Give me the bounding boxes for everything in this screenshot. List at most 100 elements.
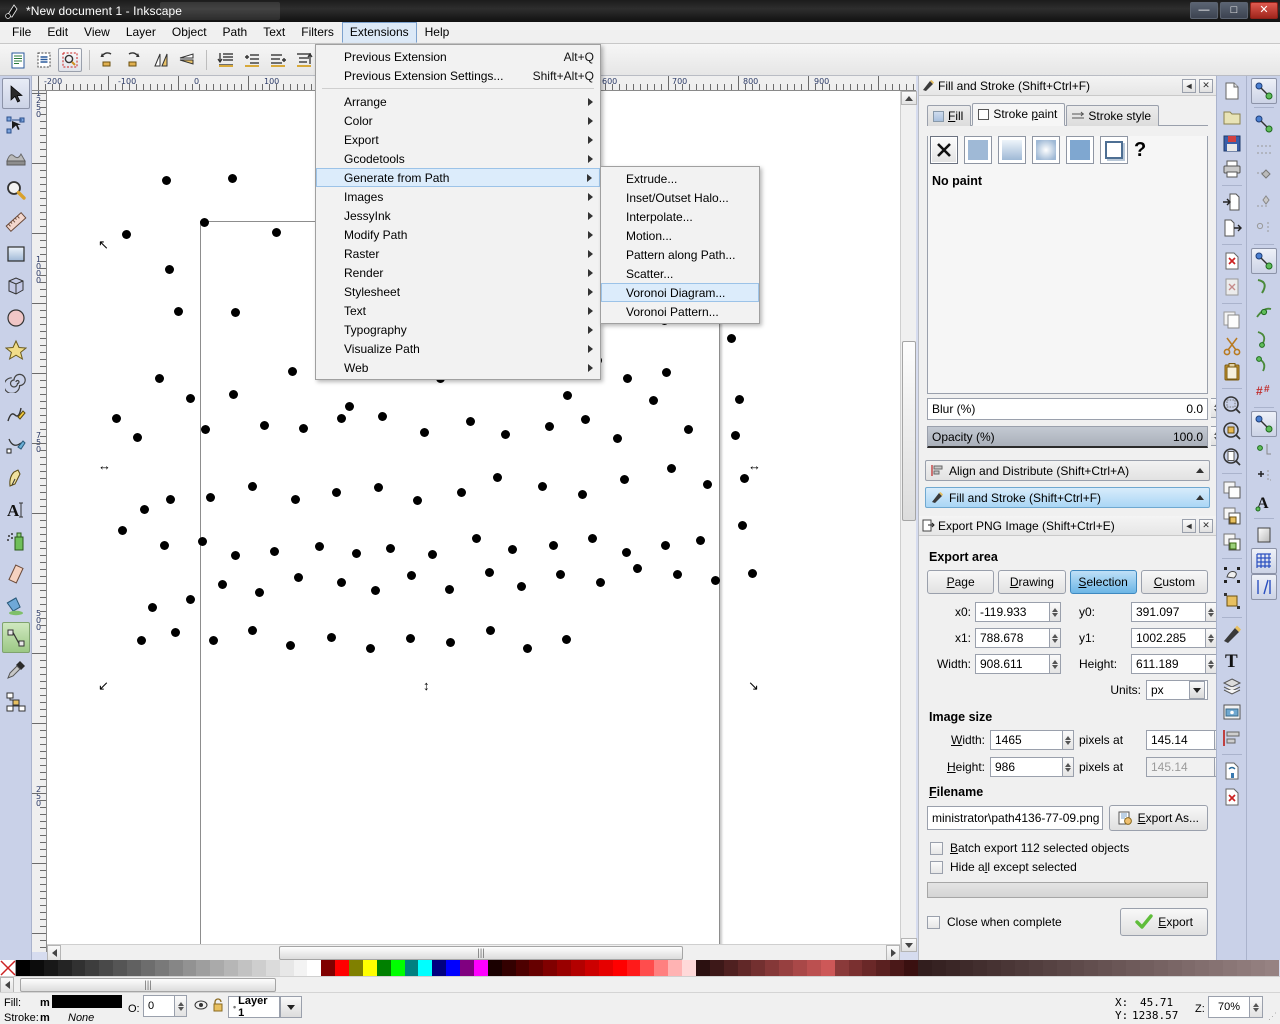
menu-text[interactable]: Text xyxy=(255,22,293,43)
palette-swatch[interactable] xyxy=(1250,960,1265,976)
measure-tool[interactable] xyxy=(2,206,30,237)
scatter-dot[interactable] xyxy=(122,230,131,239)
snap-bbox-edges-button[interactable] xyxy=(1251,137,1277,163)
snap-bounding-box-button[interactable] xyxy=(1251,111,1277,137)
export-button[interactable]: Export xyxy=(1120,908,1208,936)
palette-swatch[interactable] xyxy=(501,960,516,976)
ext-menu-item-gcodetools[interactable]: Gcodetools xyxy=(316,149,600,168)
palette-swatch[interactable] xyxy=(987,960,1002,976)
scatter-dot[interactable] xyxy=(160,541,169,550)
open-document-button[interactable] xyxy=(1219,104,1245,130)
palette-swatch[interactable] xyxy=(432,960,447,976)
palette-swatch[interactable] xyxy=(557,960,571,976)
scatter-dot[interactable] xyxy=(578,490,587,499)
palette-swatch[interactable] xyxy=(238,960,252,976)
scatter-dot[interactable] xyxy=(228,174,237,183)
scatter-dot[interactable] xyxy=(174,307,183,316)
palette-swatch[interactable] xyxy=(127,960,141,976)
scatter-dot[interactable] xyxy=(133,433,142,442)
palette-swatch[interactable] xyxy=(265,960,280,976)
hide-all-row[interactable]: Hide all except selected xyxy=(930,860,1208,874)
palette-swatch[interactable] xyxy=(862,960,877,976)
x1-spinner[interactable] xyxy=(1049,628,1061,648)
scatter-dot[interactable] xyxy=(186,394,195,403)
scatter-dot[interactable] xyxy=(327,633,336,642)
gfp-menu-item-voronoi-diagram[interactable]: Voronoi Diagram... xyxy=(601,283,759,302)
tab-stroke-style[interactable]: Stroke style xyxy=(1066,105,1160,126)
palette-swatch[interactable] xyxy=(723,960,738,976)
palette-swatch[interactable] xyxy=(834,960,849,976)
palette-scrollbar[interactable]: ||| xyxy=(0,976,1280,993)
palette-swatch[interactable] xyxy=(1001,960,1015,976)
y0-field[interactable]: 391.097 xyxy=(1131,602,1217,622)
tab-stroke-paint[interactable]: Stroke paint xyxy=(972,103,1066,126)
scatter-dot[interactable] xyxy=(272,228,281,237)
ext-menu-item-jessyink[interactable]: JessyInk xyxy=(316,206,600,225)
snap-cusp-nodes-button[interactable] xyxy=(1251,326,1277,352)
print-document-button[interactable] xyxy=(1219,156,1245,182)
ext-menu-item-stylesheet[interactable]: Stylesheet xyxy=(316,282,600,301)
scatter-dot[interactable] xyxy=(229,390,238,399)
ext-menu-item-previous-extension[interactable]: Previous Extension Alt+Q xyxy=(316,47,600,66)
copy-button[interactable] xyxy=(1219,307,1245,333)
palette-swatch[interactable] xyxy=(1084,960,1099,976)
vertical-ruler[interactable]: 1250 1000 750 500 250 xyxy=(32,91,47,952)
flat-color-button[interactable] xyxy=(964,136,992,164)
selection-handle[interactable]: ↔ xyxy=(98,459,111,472)
scroll-right-arrow-icon[interactable] xyxy=(886,945,900,961)
close-dialog-button[interactable]: ✕ xyxy=(1199,78,1213,93)
palette-swatch[interactable] xyxy=(709,960,724,976)
scatter-dot[interactable] xyxy=(445,585,454,594)
snap-page-border-button[interactable] xyxy=(1251,522,1277,548)
horizontal-scroll-thumb[interactable]: ||| xyxy=(279,946,683,960)
tweak-tool[interactable] xyxy=(2,142,30,173)
palette-swatch[interactable] xyxy=(1181,960,1196,976)
scatter-dot[interactable] xyxy=(508,545,517,554)
scatter-dot[interactable] xyxy=(517,582,526,591)
scroll-down-arrow-icon[interactable] xyxy=(901,938,917,952)
layer-selector[interactable]: • Layer 1 xyxy=(228,995,280,1019)
preferences-button[interactable] xyxy=(1219,758,1245,784)
scatter-dot[interactable] xyxy=(684,425,693,434)
scatter-dot[interactable] xyxy=(662,368,671,377)
scatter-dot[interactable] xyxy=(140,505,149,514)
gradient-tool[interactable] xyxy=(1,622,30,653)
scatter-dot[interactable] xyxy=(581,415,590,424)
zoom-input[interactable]: 70% xyxy=(1208,996,1250,1018)
palette-swatch[interactable] xyxy=(793,960,807,976)
scatter-dot[interactable] xyxy=(485,568,494,577)
zoom-tool[interactable] xyxy=(2,174,30,205)
snap-guides-button[interactable] xyxy=(1250,574,1277,600)
menu-help[interactable]: Help xyxy=(417,22,458,43)
snap-edge-midpoints-button[interactable] xyxy=(1251,189,1277,215)
export-area-custom-button[interactable]: Custom xyxy=(1140,570,1208,594)
palette-swatch[interactable] xyxy=(945,960,960,976)
palette-swatch[interactable] xyxy=(307,960,322,976)
x1-field[interactable]: 788.678 xyxy=(975,628,1061,648)
deselect-icon[interactable] xyxy=(58,47,82,72)
x0-field[interactable]: -119.933 xyxy=(975,602,1061,622)
scatter-dot[interactable] xyxy=(374,483,383,492)
scatter-dot[interactable] xyxy=(486,626,495,635)
palette-swatch[interactable] xyxy=(196,960,211,976)
rectangle-tool[interactable] xyxy=(2,238,30,269)
export-height-field[interactable]: 611.189 xyxy=(1131,654,1217,674)
palette-swatch[interactable] xyxy=(584,960,599,976)
scatter-dot[interactable] xyxy=(413,496,422,505)
text-tool[interactable]: A xyxy=(2,494,30,525)
canvas-horizontal-scrollbar[interactable]: ||| xyxy=(47,944,900,961)
snap-nodes-button[interactable] xyxy=(1250,248,1277,274)
document-properties-button[interactable] xyxy=(1219,784,1245,810)
scatter-dot[interactable] xyxy=(286,641,295,650)
linear-gradient-button[interactable] xyxy=(998,136,1026,164)
extensions-dropdown-menu[interactable]: Previous Extension Alt+Q Previous Extensio… xyxy=(315,44,601,380)
palette-swatch[interactable] xyxy=(224,960,238,976)
palette-swatch[interactable] xyxy=(1015,960,1029,976)
zoom-drawing-button[interactable] xyxy=(1219,418,1245,444)
ext-menu-item-previous-extension-settings[interactable]: Previous Extension Settings... Shift+Alt+… xyxy=(316,66,600,85)
scatter-dot[interactable] xyxy=(523,644,532,653)
undo-history-button[interactable] xyxy=(1219,248,1245,274)
raise-to-top-icon[interactable] xyxy=(292,48,316,72)
selection-handle[interactable]: ↕ xyxy=(423,679,430,692)
palette-swatch[interactable] xyxy=(29,960,44,976)
